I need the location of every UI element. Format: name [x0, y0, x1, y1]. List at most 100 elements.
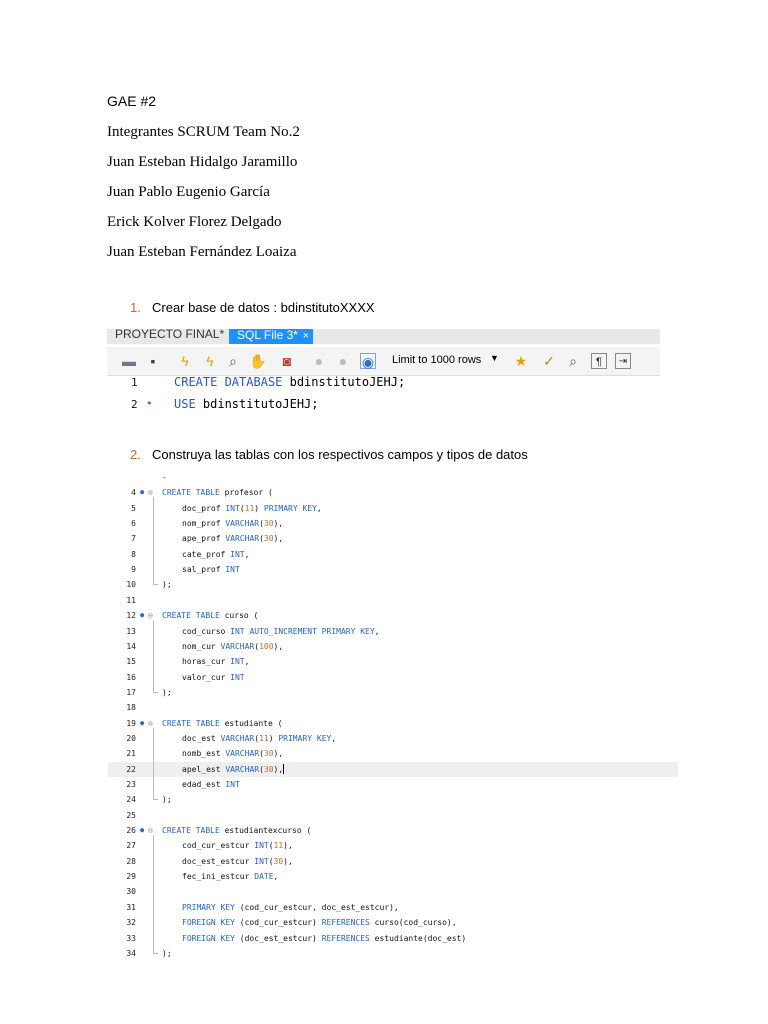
- sql-token: cate_prof: [182, 549, 231, 559]
- code-line: 26 ● ⊖ CREATE TABLE estudiantexcurso (: [108, 823, 678, 838]
- sql-token: ),: [273, 764, 284, 774]
- line-number: 10: [126, 580, 136, 590]
- step-number: 2.: [130, 447, 141, 462]
- code-line: 14 nom_cur VARCHAR(100),: [108, 639, 678, 654]
- invisible-chars-icon[interactable]: ¶: [591, 353, 607, 369]
- sql-keyword: VARCHAR: [225, 764, 260, 774]
- folder-icon[interactable]: ▬: [121, 353, 137, 369]
- sql-keyword: INT: [225, 780, 240, 789]
- sql-token: doc_est: [182, 733, 221, 743]
- sql-token: nom_cur: [182, 641, 221, 651]
- code-editor-screenshot: -4 ● ⊖ CREATE TABLE profesor (5 doc_prof INT…: [108, 470, 678, 960]
- code-text: );: [162, 792, 172, 807]
- sql-token: ),: [273, 519, 284, 529]
- sql-token: ape_prof: [182, 534, 226, 544]
- team-list: Integrantes SCRUM Team No.2 Juan Esteban…: [107, 122, 300, 272]
- line-number: 25: [126, 810, 136, 820]
- sql-token: cod_cur_estcur: [182, 841, 255, 851]
- code-line: 8 cate_prof INT,: [108, 547, 678, 562]
- sql-keyword: INT: [254, 856, 269, 866]
- sql-token: ): [268, 733, 279, 743]
- code-text: );: [162, 577, 172, 592]
- code-text: );: [162, 946, 172, 961]
- code-text: CREATE TABLE estudiante (: [162, 716, 282, 731]
- fold-guide: [153, 727, 154, 800]
- sql-number: 30: [263, 534, 274, 544]
- code-text: nom_cur VARCHAR(100),: [182, 639, 283, 654]
- bookmark-star-icon[interactable]: ★: [513, 353, 529, 369]
- sql-token: ): [254, 503, 264, 513]
- chevron-down-icon[interactable]: ▼: [490, 353, 499, 363]
- sql-token: fec_ini_estcur: [182, 872, 255, 882]
- sql-token: ),: [273, 749, 284, 759]
- workbench-screenshot: PROYECTO FINAL* SQL File 3* × ▬ ▪ ϟ ϟ ⌕ …: [107, 329, 660, 425]
- sql-number: 100: [259, 641, 274, 651]
- code-text: sal_prof INT: [182, 562, 240, 577]
- sql-keyword: CREATE DATABASE: [174, 375, 283, 389]
- save-icon[interactable]: ▪: [145, 353, 161, 369]
- step-text: Construya las tablas con los respectivos…: [152, 447, 528, 462]
- code-text: FOREIGN KEY (doc_est_estcur) REFERENCES …: [182, 931, 466, 946]
- code-line: 25: [108, 808, 678, 823]
- sql-keyword: INT: [225, 503, 240, 513]
- sql-token: ),: [273, 534, 284, 544]
- sql-number: 30: [263, 749, 274, 759]
- close-icon[interactable]: ×: [303, 330, 309, 342]
- code-text: doc_est VARCHAR(11) PRIMARY KEY,: [182, 731, 336, 746]
- step-2: 2. Construya las tablas con los respectiv…: [130, 447, 528, 462]
- sql-toolbar: ▬ ▪ ϟ ϟ ⌕ ✋ ◙ ● ● ◉ Limit to 1000 rows ▼…: [107, 347, 660, 376]
- statement-marker-icon: ●: [140, 718, 145, 727]
- tab-proyecto-final[interactable]: PROYECTO FINAL*: [115, 329, 224, 341]
- sql-token: doc_est_estcur: [182, 856, 255, 866]
- execute-current-icon[interactable]: ϟ: [202, 353, 218, 369]
- sql-token: sal_prof: [182, 565, 226, 575]
- line-number: 33: [126, 933, 136, 943]
- sql-keyword: FOREIGN KEY: [182, 918, 235, 928]
- code-line: 13 cod_curso INT AUTO_INCREMENT PRIMARY K…: [108, 624, 678, 639]
- limit-rows-select[interactable]: Limit to 1000 rows: [392, 354, 481, 366]
- autocommit-icon[interactable]: ◉: [360, 353, 376, 370]
- code-text: doc_prof INT(11) PRIMARY KEY,: [182, 501, 322, 516]
- sql-token: ,: [316, 503, 322, 513]
- beautify-icon[interactable]: ✓: [541, 353, 557, 369]
- code-text: edad_est INT: [182, 777, 240, 792]
- sql-keyword: PRIMARY KEY: [278, 733, 332, 743]
- sql-token: estudiante(doc_est): [369, 933, 467, 943]
- tab-sql-file-3[interactable]: SQL File 3* ×: [229, 329, 313, 344]
- sql-number: 11: [244, 503, 255, 513]
- code-line: 4 ● ⊖ CREATE TABLE profesor (: [108, 485, 678, 500]
- sql-token: );: [162, 795, 172, 805]
- execute-icon[interactable]: ϟ: [177, 353, 193, 369]
- sql-keyword: USE: [174, 397, 196, 411]
- sql-keyword: VARCHAR: [225, 749, 260, 759]
- sql-token: estudiante (: [219, 718, 283, 728]
- line-number: 6: [131, 519, 136, 529]
- code-text: PRIMARY KEY (cod_cur_estcur, doc_est_est…: [182, 900, 399, 915]
- code-line: 22 apel_est VARCHAR(30),: [108, 761, 678, 777]
- line-number: 30: [126, 887, 136, 897]
- sql-keyword: VARCHAR: [220, 641, 255, 651]
- explain-icon[interactable]: ⌕: [225, 353, 241, 369]
- sql-token: ),: [283, 856, 293, 866]
- statement-marker-icon: ●: [140, 611, 145, 620]
- line-number: 26: [126, 826, 136, 836]
- code-text: horas_cur INT,: [182, 654, 249, 669]
- document-heading: GAE #2: [107, 93, 157, 109]
- stop-icon[interactable]: ✋: [249, 353, 266, 369]
- code-line: 15 horas_cur INT,: [108, 654, 678, 669]
- find-icon[interactable]: ⌕: [565, 353, 581, 369]
- code-line: 34);: [108, 946, 678, 961]
- wrap-icon[interactable]: ⇥: [615, 353, 631, 369]
- sql-number: 11: [259, 733, 269, 743]
- line-number: 31: [126, 902, 136, 912]
- rollback-icon[interactable]: ●: [335, 353, 351, 369]
- commit-icon[interactable]: ●: [311, 353, 327, 369]
- line-number: 19: [126, 718, 136, 728]
- fold-guide: [153, 835, 154, 953]
- toggle-error-icon[interactable]: ◙: [279, 353, 295, 369]
- sql-token: ),: [283, 841, 293, 851]
- sql-number: 30: [263, 519, 274, 529]
- sql-keyword: PRIMARY KEY: [182, 902, 235, 912]
- fold-guide-end: [153, 799, 158, 801]
- fold-guide-end: [153, 584, 158, 586]
